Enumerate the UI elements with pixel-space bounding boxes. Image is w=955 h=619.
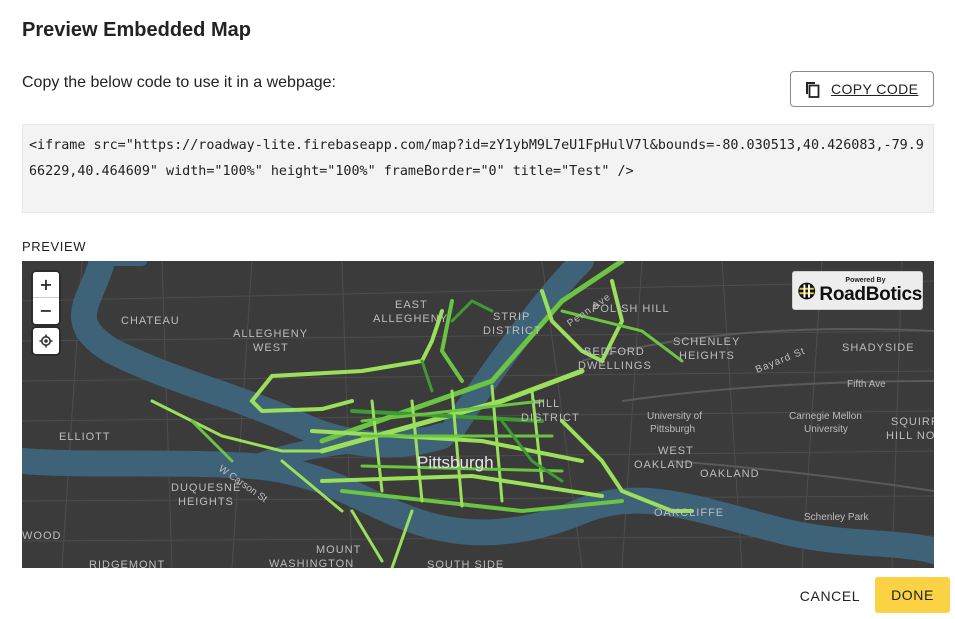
map-label: BEDFORD [584, 346, 645, 358]
embed-code-box[interactable]: <iframe src="https://roadway-lite.fireba… [22, 124, 934, 213]
preview-label: PREVIEW [22, 239, 87, 254]
map-label: OAKLAND [700, 468, 760, 480]
roadbotics-logo: Powered By RoadBotics [792, 271, 923, 310]
map-label: Pittsburgh [417, 453, 494, 472]
done-button[interactable]: DONE [875, 577, 950, 613]
map-label: DUQUESNE [171, 482, 241, 494]
map-label: WEST [658, 445, 694, 457]
map-label: Fifth Ave [847, 379, 886, 390]
map-label: SHADYSIDE [842, 342, 915, 354]
instructions-text: Copy the below code to use it in a webpa… [22, 74, 336, 91]
map-preview[interactable]: CHATEAU ALLEGHENY WEST EAST ALLEGHENY ST… [22, 261, 934, 568]
map-label: DISTRICT [521, 412, 580, 424]
map-label: SOUTH SIDE [427, 559, 504, 568]
map-label: University [804, 424, 848, 435]
map-label: MOUNT [316, 544, 361, 556]
map-label: SQUIRREL [891, 416, 934, 428]
dialog-title: Preview Embedded Map [22, 19, 251, 41]
locate-icon [39, 334, 53, 348]
map-label: Pittsburgh [650, 424, 695, 435]
logo-powered-by: Powered By [845, 277, 886, 284]
map-label: CHATEAU [121, 315, 180, 327]
zoom-control: + − [33, 272, 59, 324]
map-label: University of [647, 411, 702, 422]
map-label: HILL NO [886, 430, 934, 442]
map-label: RIDGEMONT [89, 559, 165, 568]
map-label: EAST [395, 299, 428, 311]
cancel-button[interactable]: CANCEL [789, 578, 871, 614]
map-label: ALLEGHENY [373, 313, 448, 325]
map-label: ELLIOTT [59, 431, 111, 443]
map-label: Schenley Park [804, 512, 869, 523]
roadbotics-logo-icon [798, 282, 816, 299]
map-label: HILL [533, 398, 560, 410]
map-label: SCHENLEY [673, 336, 740, 348]
map-label: WOOD [22, 530, 61, 542]
map-label: Bayard St [754, 346, 807, 376]
zoom-out-button[interactable]: − [33, 298, 59, 324]
copy-code-label: COPY CODE [831, 81, 919, 97]
map-label: OAKLAND [634, 459, 694, 471]
map-label: WASHINGTON [269, 558, 354, 568]
map-label: HEIGHTS [178, 496, 234, 508]
map-label: DWELLINGS [578, 360, 652, 372]
map-label: DISTRICT [483, 325, 542, 337]
copy-icon [802, 79, 822, 99]
map-label: Carnegie Mellon [789, 411, 862, 422]
map-label: WEST [253, 342, 289, 354]
map-label: ALLEGHENY [233, 328, 308, 340]
map-label: OAKCLIFFE [654, 507, 724, 519]
zoom-in-button[interactable]: + [33, 272, 59, 298]
copy-code-button[interactable]: COPY CODE [790, 71, 934, 107]
logo-brand: RoadBotics [819, 284, 922, 305]
map-label: HEIGHTS [679, 350, 735, 362]
map-label: STRIP [493, 311, 530, 323]
locate-button[interactable] [33, 328, 59, 354]
